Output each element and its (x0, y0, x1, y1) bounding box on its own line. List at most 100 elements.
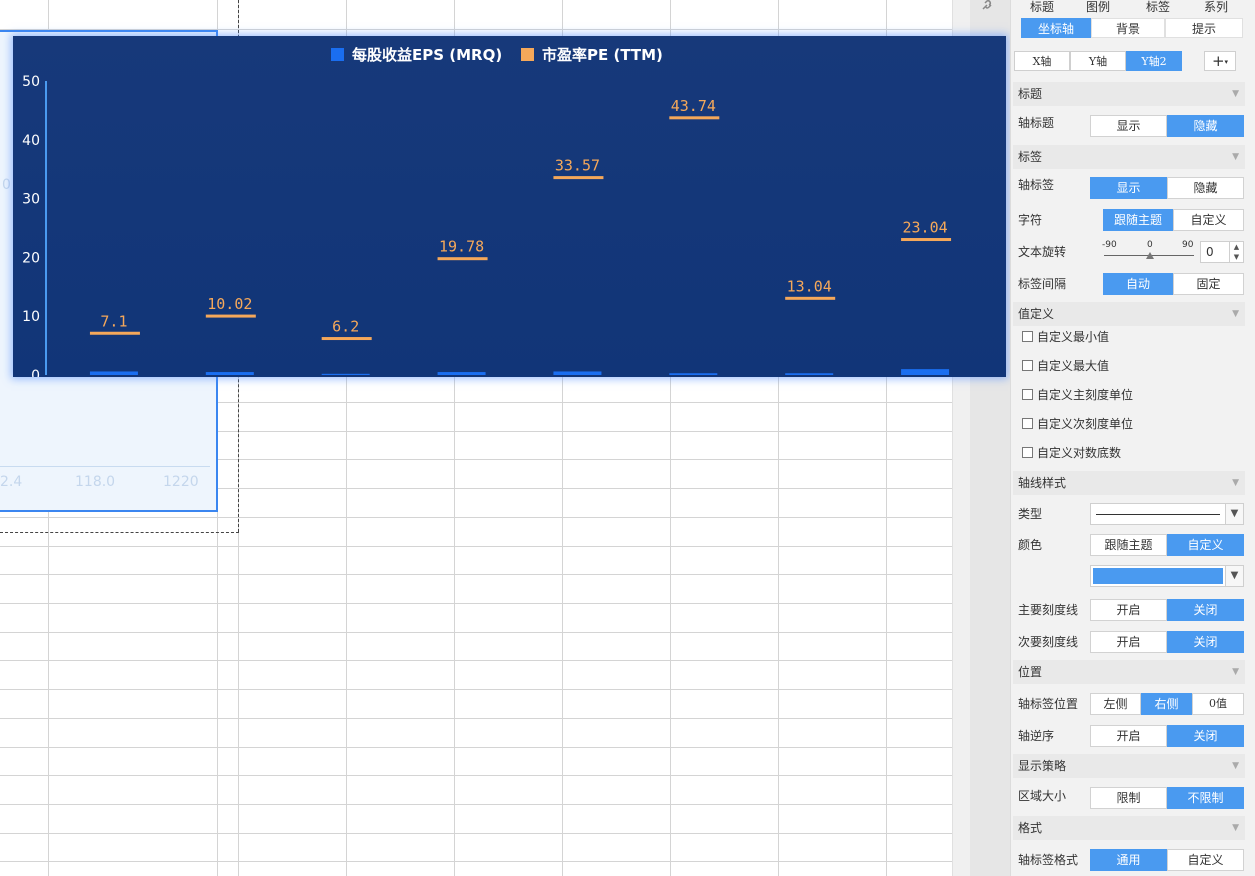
checkbox-custom-max[interactable]: 自定义最大值 (1022, 358, 1109, 374)
axis-title-show[interactable]: 显示 (1090, 115, 1167, 137)
checkbox-icon (1022, 418, 1033, 429)
eps-pe-chart[interactable]: 每股收益EPS (MRQ) 市盈率PE (TTM) 0 10 20 30 40 50 7.1 10… (13, 36, 1006, 377)
grid-row-line (0, 603, 952, 604)
pe-marker (901, 238, 952, 242)
font-follow-theme[interactable]: 跟随主题 (1103, 209, 1173, 231)
section-label[interactable]: 标签 ▼ (1013, 145, 1245, 169)
tab-tooltip[interactable]: 提示 (1165, 18, 1243, 38)
slider-thumb[interactable] (1146, 252, 1154, 259)
tab-y-axis[interactable]: Y轴 (1070, 51, 1126, 71)
minor-tick-off[interactable]: 关闭 (1167, 631, 1244, 653)
pe-marker (437, 257, 488, 261)
color-custom[interactable]: 自定义 (1167, 534, 1244, 556)
y-tick-label: 40 (22, 133, 40, 149)
tab-series[interactable]: 系列 (1192, 0, 1240, 16)
eps-bar (901, 369, 950, 375)
section-value-def-label: 值定义 (1018, 307, 1055, 321)
section-title[interactable]: 标题 ▼ (1013, 82, 1245, 106)
plus-icon: + (1211, 52, 1225, 70)
checkbox-label: 自定义次刻度单位 (1037, 417, 1134, 431)
collapse-icon: ▼ (1232, 761, 1239, 771)
interval-fixed[interactable]: 固定 (1173, 273, 1244, 295)
reverse-label: 轴逆序 (1018, 729, 1055, 743)
rotation-input[interactable]: 0 ▲ ▼ (1200, 241, 1244, 263)
tab-x-axis[interactable]: X轴 (1014, 51, 1070, 71)
label-position-zero[interactable]: 0值 (1192, 693, 1244, 715)
collapse-icon: ▼ (1232, 478, 1239, 488)
pe-marker (669, 116, 720, 120)
checkbox-custom-major-unit[interactable]: 自定义主刻度单位 (1022, 387, 1133, 403)
solid-line-preview (1096, 514, 1220, 515)
section-position[interactable]: 位置 ▼ (1013, 660, 1245, 684)
label-format-custom[interactable]: 自定义 (1167, 849, 1244, 871)
section-title-label: 标题 (1018, 87, 1043, 101)
y-tick-label: 10 (22, 309, 40, 325)
spinner-icon[interactable]: ▲ ▼ (1229, 242, 1243, 262)
pe-data-label: 7.1 (100, 312, 127, 330)
area-size-unlimited[interactable]: 不限制 (1167, 787, 1244, 809)
checkbox-custom-log-base[interactable]: 自定义对数底数 (1022, 445, 1121, 461)
rotation-slider[interactable]: -90 0 90 (1102, 240, 1196, 262)
checkbox-custom-minor-unit[interactable]: 自定义次刻度单位 (1022, 416, 1133, 432)
collapse-icon: ▼ (1232, 89, 1239, 99)
section-axis-style[interactable]: 轴线样式 ▼ (1013, 471, 1245, 495)
chart-canvas: 每股收益EPS (MRQ) 市盈率PE (TTM) 0 10 20 30 40 50 7.1 10… (22, 46, 952, 377)
eps-bar (205, 372, 254, 375)
legend-swatch (521, 48, 534, 61)
label-position-left[interactable]: 左侧 (1090, 693, 1141, 715)
tab-label[interactable]: 标签 (1134, 0, 1182, 16)
pe-data-label: 33.57 (555, 157, 600, 175)
checkbox-label: 自定义主刻度单位 (1037, 388, 1134, 402)
line-type-label: 类型 (1018, 507, 1043, 521)
y-tick-label: 0 (31, 368, 40, 377)
eps-bar (437, 372, 486, 375)
axis-label-show[interactable]: 显示 (1090, 177, 1167, 199)
checkbox-label: 自定义对数底数 (1037, 446, 1122, 460)
pe-marker (785, 296, 836, 300)
legend-label: 市盈率PE (TTM) (542, 46, 663, 64)
grid-row-line (0, 747, 952, 748)
axis-label-hide[interactable]: 隐藏 (1167, 177, 1244, 199)
pe-marker (321, 337, 372, 341)
collapse-icon: ▼ (1232, 667, 1239, 677)
pe-data-label: 43.74 (671, 97, 716, 115)
tab-title[interactable]: 标题 (1018, 0, 1066, 16)
tab-background[interactable]: 背景 (1091, 18, 1165, 38)
label-format-general[interactable]: 通用 (1090, 849, 1167, 871)
checkbox-custom-min[interactable]: 自定义最小值 (1022, 329, 1109, 345)
print-boundary-horizontal (0, 532, 239, 533)
tab-axis[interactable]: 坐标轴 (1021, 18, 1091, 38)
tab-y-axis-2[interactable]: Y轴2 (1126, 51, 1182, 71)
color-picker[interactable]: ▼ (1090, 565, 1244, 587)
minor-tick-on[interactable]: 开启 (1090, 631, 1167, 653)
tab-legend[interactable]: 图例 (1074, 0, 1122, 16)
area-size-limit[interactable]: 限制 (1090, 787, 1167, 809)
section-format[interactable]: 格式 ▼ (1013, 816, 1245, 840)
reverse-on[interactable]: 开启 (1090, 725, 1167, 747)
line-type-select[interactable]: ▼ (1090, 503, 1244, 525)
reverse-off[interactable]: 关闭 (1167, 725, 1244, 747)
checkbox-label: 自定义最大值 (1037, 359, 1110, 373)
add-axis-button[interactable]: +▾ (1204, 51, 1236, 71)
pe-marker (553, 176, 604, 180)
section-display[interactable]: 显示策略 ▼ (1013, 754, 1245, 778)
major-tick-on[interactable]: 开启 (1090, 599, 1167, 621)
major-tick-off[interactable]: 关闭 (1167, 599, 1244, 621)
color-follow-theme[interactable]: 跟随主题 (1090, 534, 1167, 556)
chevron-down-icon: ▼ (1225, 504, 1243, 524)
eps-bar (553, 371, 602, 375)
underlying-axis-label: 0 (2, 177, 11, 193)
grid-row-line (0, 546, 952, 547)
label-position-right[interactable]: 右侧 (1141, 693, 1192, 715)
checkbox-label: 自定义最小值 (1037, 330, 1110, 344)
pe-data-label: 6.2 (332, 318, 359, 336)
font-custom[interactable]: 自定义 (1173, 209, 1244, 231)
axis-title-hide[interactable]: 隐藏 (1167, 115, 1244, 137)
section-value-def[interactable]: 值定义 ▼ (1013, 302, 1245, 326)
interval-auto[interactable]: 自动 (1103, 273, 1173, 295)
link-icon[interactable] (980, 0, 1000, 14)
checkbox-icon (1022, 389, 1033, 400)
grid-row-line (0, 574, 952, 575)
legend-swatch (331, 48, 344, 61)
section-display-label: 显示策略 (1018, 759, 1067, 773)
